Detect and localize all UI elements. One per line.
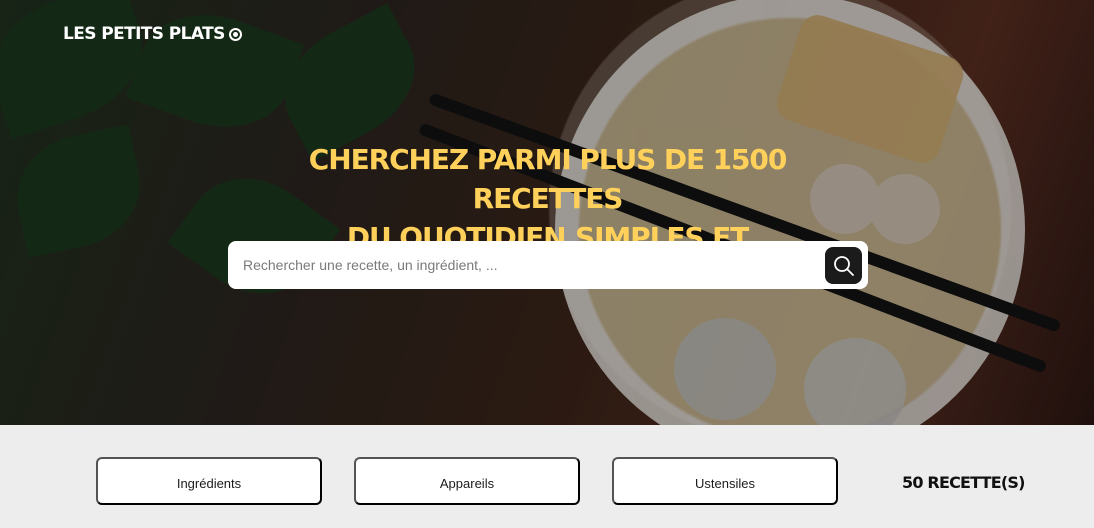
utensils-filter[interactable]: Ustensiles: [612, 457, 838, 505]
circle-dot-icon: [228, 27, 242, 41]
hero-heading-line: CHERCHEZ PARMI PLUS DE 1500 RECETTES: [308, 143, 788, 215]
recipe-count: 50 RECETTE(S): [902, 473, 1025, 492]
site-title: LES PETITS PLATS: [63, 24, 225, 44]
filter-label: Ustensiles: [695, 476, 755, 491]
recipe-search-input[interactable]: [243, 250, 813, 280]
search-icon: [833, 255, 854, 276]
filters-bar: Ingrédients Appareils Ustensiles 50 RECE…: [0, 425, 1094, 528]
ingredients-filter[interactable]: Ingrédients: [96, 457, 322, 505]
recipe-search-form: [228, 241, 868, 289]
filter-label: Appareils: [439, 476, 495, 491]
site-logo[interactable]: LES PETITS PLATS: [63, 24, 242, 44]
appliances-filter[interactable]: Appareils: [354, 457, 580, 505]
search-button[interactable]: [825, 247, 862, 284]
filter-label: Ingrédients: [176, 476, 242, 491]
hero-banner: LES PETITS PLATS CHERCHEZ PARMI PLUS DE …: [0, 0, 1094, 425]
